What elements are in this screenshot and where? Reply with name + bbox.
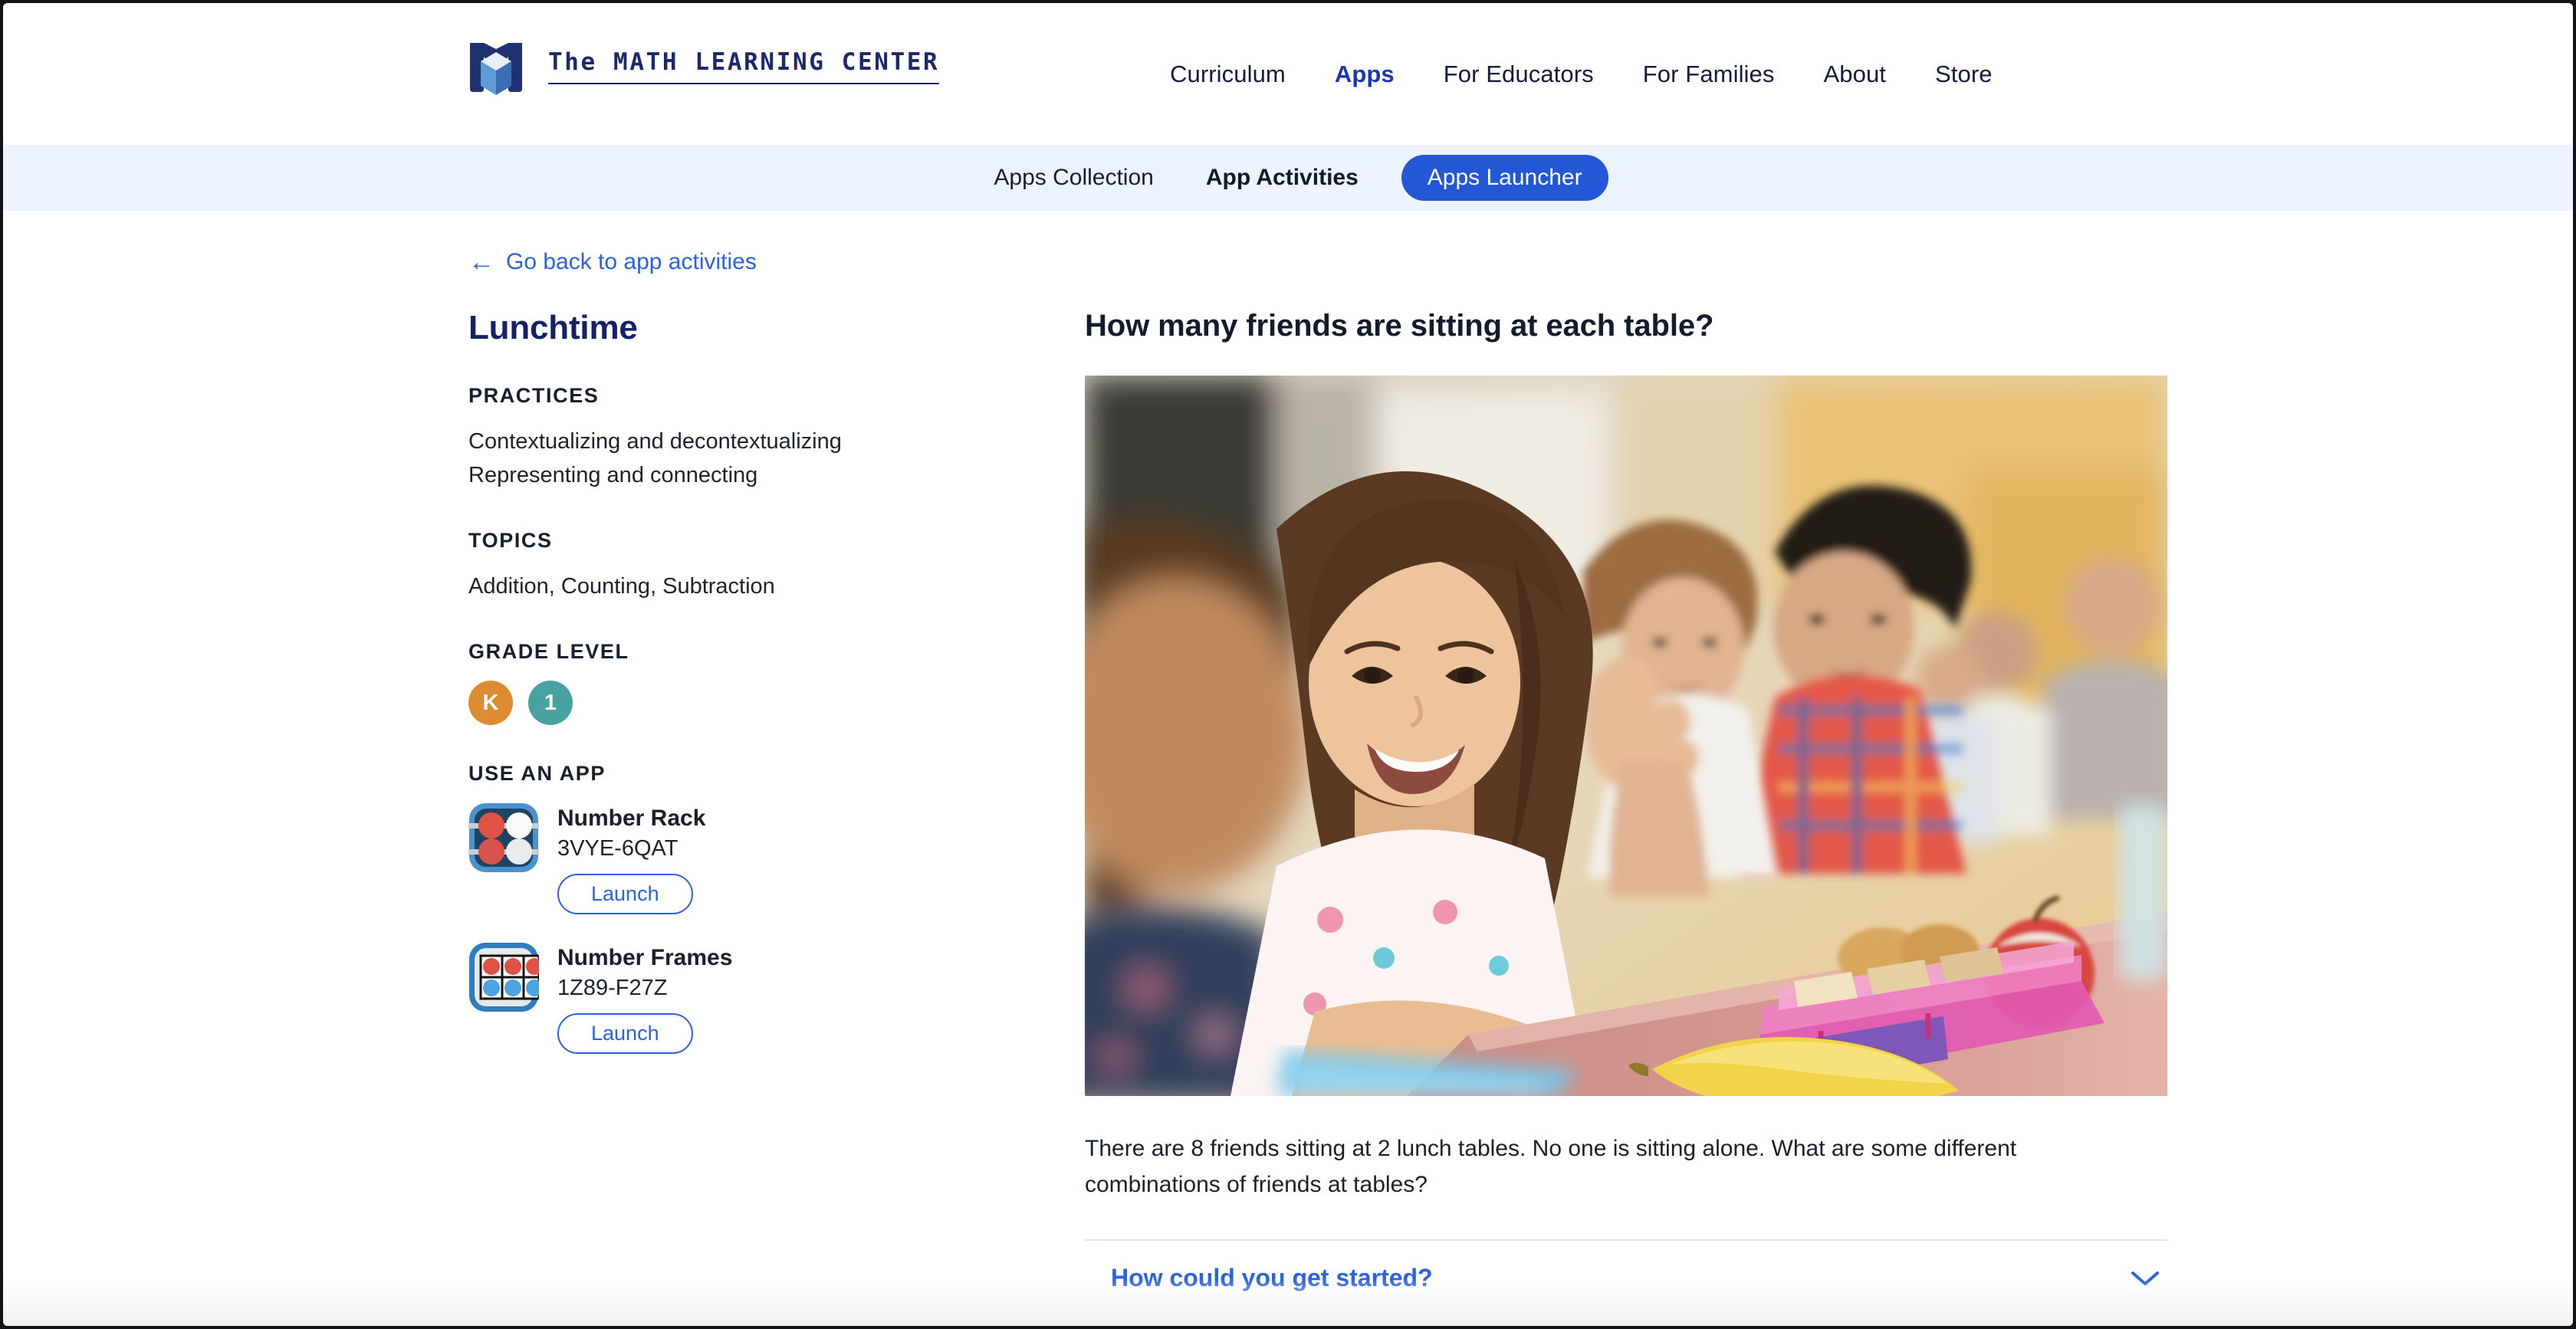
topics-value: Addition, Counting, Subtraction — [468, 574, 775, 599]
nav-item-about[interactable]: About — [1799, 61, 1911, 88]
use-an-app-block: USE AN APP Number Rack 3VYE-6QAT Launch … — [468, 762, 1024, 1055]
accordion-item-get-started[interactable]: How could you get started? — [1085, 1241, 2167, 1315]
practices-line-1: Contextualizing and decontextualizing — [468, 429, 842, 454]
grade-badge-list: K 1 — [468, 681, 1024, 726]
accordion-title: How could you get started? — [1111, 1264, 1433, 1291]
number-frames-icon — [469, 943, 539, 1012]
two-column-layout: Lunchtime PRACTICES Contextualizing and … — [464, 309, 2504, 1315]
launch-button-number-rack[interactable]: Launch — [557, 874, 693, 915]
mlc-logo-icon — [470, 43, 522, 95]
app-info: Number Rack 3VYE-6QAT Launch — [557, 802, 706, 915]
lunchroom-photo — [1085, 376, 2167, 1096]
brand-wordmark: The MATH LEARNING CENTER — [548, 48, 940, 84]
app-list-item: Number Frames 1Z89-F27Z Launch — [468, 942, 1024, 1055]
sub-navigation: Apps Collection App Activities Apps Laun… — [3, 145, 2573, 211]
back-to-app-activities-link[interactable]: ← Go back to app activities — [468, 249, 757, 275]
grade-badge-1: 1 — [528, 681, 573, 726]
app-name: Number Rack — [557, 806, 706, 832]
topics-block: TOPICS Addition, Counting, Subtraction — [468, 529, 1024, 603]
app-name: Number Frames — [557, 945, 733, 971]
main-navigation: Curriculum Apps For Educators For Famili… — [1145, 3, 2017, 145]
subnav-item-apps-collection[interactable]: Apps Collection — [968, 165, 1179, 191]
topics-label: TOPICS — [468, 529, 553, 553]
chevron-down-icon — [2131, 1271, 2159, 1285]
practices-block: PRACTICES Contextualizing and decontextu… — [468, 384, 1024, 492]
nav-item-curriculum[interactable]: Curriculum — [1145, 61, 1310, 88]
practices-label: PRACTICES — [468, 384, 600, 407]
nav-item-for-educators[interactable]: For Educators — [1419, 61, 1618, 88]
question-title: How many friends are sitting at each tab… — [1085, 309, 1714, 343]
grade-level-block: GRADE LEVEL K 1 — [468, 640, 1024, 726]
subnav-item-app-activities[interactable]: App Activities — [1180, 165, 1385, 191]
page-title: Lunchtime — [468, 309, 638, 346]
grade-level-label: GRADE LEVEL — [468, 640, 629, 664]
use-an-app-label: USE AN APP — [468, 762, 606, 786]
app-list: Number Rack 3VYE-6QAT Launch Number Fram… — [468, 802, 1024, 1055]
problem-statement: There are 8 friends sitting at 2 lunch t… — [1085, 1136, 2017, 1197]
app-code: 1Z89-F27Z — [557, 976, 668, 1001]
arrow-left-icon: ← — [468, 248, 495, 277]
nav-item-apps[interactable]: Apps — [1310, 61, 1419, 88]
number-rack-icon — [468, 803, 539, 873]
practices-line-2: Representing and connecting — [468, 463, 758, 488]
activity-main: How many friends are sitting at each tab… — [1024, 309, 2167, 1315]
app-info: Number Frames 1Z89-F27Z Launch — [557, 942, 733, 1055]
launch-button-number-frames[interactable]: Launch — [557, 1013, 693, 1055]
accordion: How could you get started? — [1085, 1239, 2167, 1315]
nav-item-for-families[interactable]: For Families — [1618, 61, 1799, 88]
brand-underline — [548, 82, 940, 84]
app-code: 3VYE-6QAT — [557, 836, 678, 861]
app-list-item: Number Rack 3VYE-6QAT Launch — [468, 802, 1024, 915]
activity-sidebar: Lunchtime PRACTICES Contextualizing and … — [464, 309, 1024, 1315]
site-header: The MATH LEARNING CENTER Curriculum Apps… — [3, 3, 2573, 145]
browser-window: The MATH LEARNING CENTER Curriculum Apps… — [3, 3, 2573, 1326]
page-scroll-area[interactable]: The MATH LEARNING CENTER Curriculum Apps… — [3, 3, 2573, 1326]
grade-badge-k: K — [468, 681, 513, 726]
practices-value: Contextualizing and decontextualizing Re… — [468, 425, 1024, 492]
page-content: ← Go back to app activities Lunchtime PR… — [3, 211, 2573, 1315]
back-link-label: Go back to app activities — [506, 249, 757, 274]
subnav-item-apps-launcher[interactable]: Apps Launcher — [1401, 155, 1608, 201]
nav-item-store[interactable]: Store — [1911, 61, 2017, 88]
brand-logo-link[interactable]: The MATH LEARNING CENTER — [464, 34, 940, 98]
brand-name: The MATH LEARNING CENTER — [548, 48, 940, 76]
